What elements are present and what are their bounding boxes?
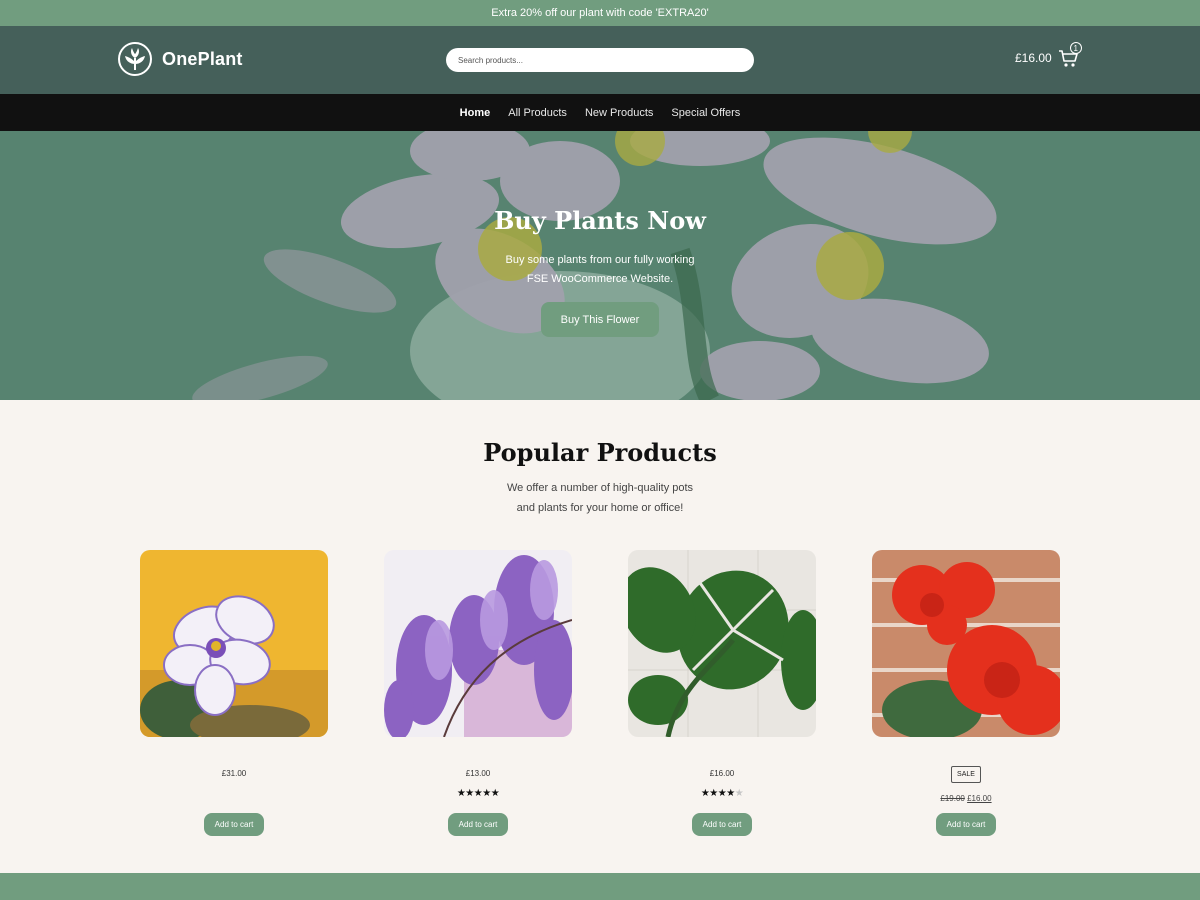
site-logo[interactable]: OnePlant <box>118 42 243 76</box>
star-empty-icon: ★ <box>734 788 744 799</box>
promo-banner: Extra 20% off our plant with code 'EXTRA… <box>0 0 1200 26</box>
hero-banner: Buy Plants Now Buy some plants from our … <box>0 131 1200 400</box>
nav-item-new-products[interactable]: New Products <box>585 107 653 119</box>
product-card: SALE £19.00 £16.00 Add to cart <box>872 550 1060 836</box>
promo-text: Extra 20% off our plant with code 'EXTRA… <box>491 7 709 19</box>
nav-item-special-offers[interactable]: Special Offers <box>671 107 740 119</box>
product-image-violet[interactable] <box>140 550 328 737</box>
product-image-geranium[interactable] <box>872 550 1060 737</box>
hero-title: Buy Plants Now <box>494 206 706 235</box>
nav-item-home[interactable]: Home <box>460 107 491 119</box>
add-to-cart-button[interactable]: Add to cart <box>448 813 508 836</box>
cart-button[interactable]: £16.00 1 <box>1015 42 1082 69</box>
star-icon: ★ <box>473 788 483 799</box>
star-icon: ★ <box>465 788 474 799</box>
tulip-icon <box>118 42 152 76</box>
star-icon: ★ <box>717 788 727 799</box>
hero-text-line-2: FSE WooCommerce Website. <box>526 273 674 285</box>
popular-products-subtitle: We offer a number of high-quality pots a… <box>450 478 750 518</box>
product-price: £19.00 £16.00 <box>872 794 1060 803</box>
add-to-cart-button[interactable]: Add to cart <box>204 813 264 836</box>
buy-this-flower-button[interactable]: Buy This Flower <box>541 302 659 337</box>
sale-badge: SALE <box>951 766 981 783</box>
star-icon: ★ <box>490 788 500 799</box>
product-image-wisteria[interactable] <box>384 550 572 737</box>
product-rating-stars: ★★★★★ <box>384 788 572 799</box>
product-card: £16.00 ★★★★★ Add to cart <box>628 550 816 836</box>
star-icon: ★ <box>726 788 735 799</box>
product-price: £16.00 <box>709 769 735 778</box>
popular-products-title: Popular Products <box>483 438 717 467</box>
main-nav: Home All Products New Products Special O… <box>0 94 1200 131</box>
product-price: £31.00 <box>221 769 247 778</box>
search-input[interactable] <box>446 48 754 72</box>
product-rating-stars: ★★★★★ <box>628 788 816 799</box>
logo-text: OnePlant <box>162 48 243 69</box>
cart-icon: 1 <box>1058 42 1082 69</box>
sale-price: £16.00 <box>967 794 992 803</box>
add-to-cart-button[interactable]: Add to cart <box>692 813 752 836</box>
add-to-cart-button[interactable]: Add to cart <box>936 813 996 836</box>
product-card: £13.00 ★★★★★ Add to cart <box>384 550 572 836</box>
cart-total: £16.00 <box>1015 51 1052 65</box>
footer-bar <box>0 873 1200 900</box>
star-icon: ★ <box>709 788 718 799</box>
site-header: OnePlant £16.00 1 <box>0 26 1200 94</box>
subtitle-line-2: and plants for your home or office! <box>516 502 684 514</box>
nav-item-all-products[interactable]: All Products <box>508 107 567 119</box>
hero-description: Buy some plants from our fully working F… <box>450 251 750 289</box>
product-price: £13.00 <box>465 769 491 778</box>
product-image-monstera[interactable] <box>628 550 816 737</box>
product-card: £31.00 Add to cart <box>140 550 328 836</box>
subtitle-line-1: We offer a number of high-quality pots <box>506 482 694 494</box>
hero-text-line-1: Buy some plants from our fully working <box>505 254 695 266</box>
old-price: £19.00 <box>940 794 965 803</box>
star-icon: ★ <box>482 788 491 799</box>
cart-count-badge: 1 <box>1069 42 1082 54</box>
